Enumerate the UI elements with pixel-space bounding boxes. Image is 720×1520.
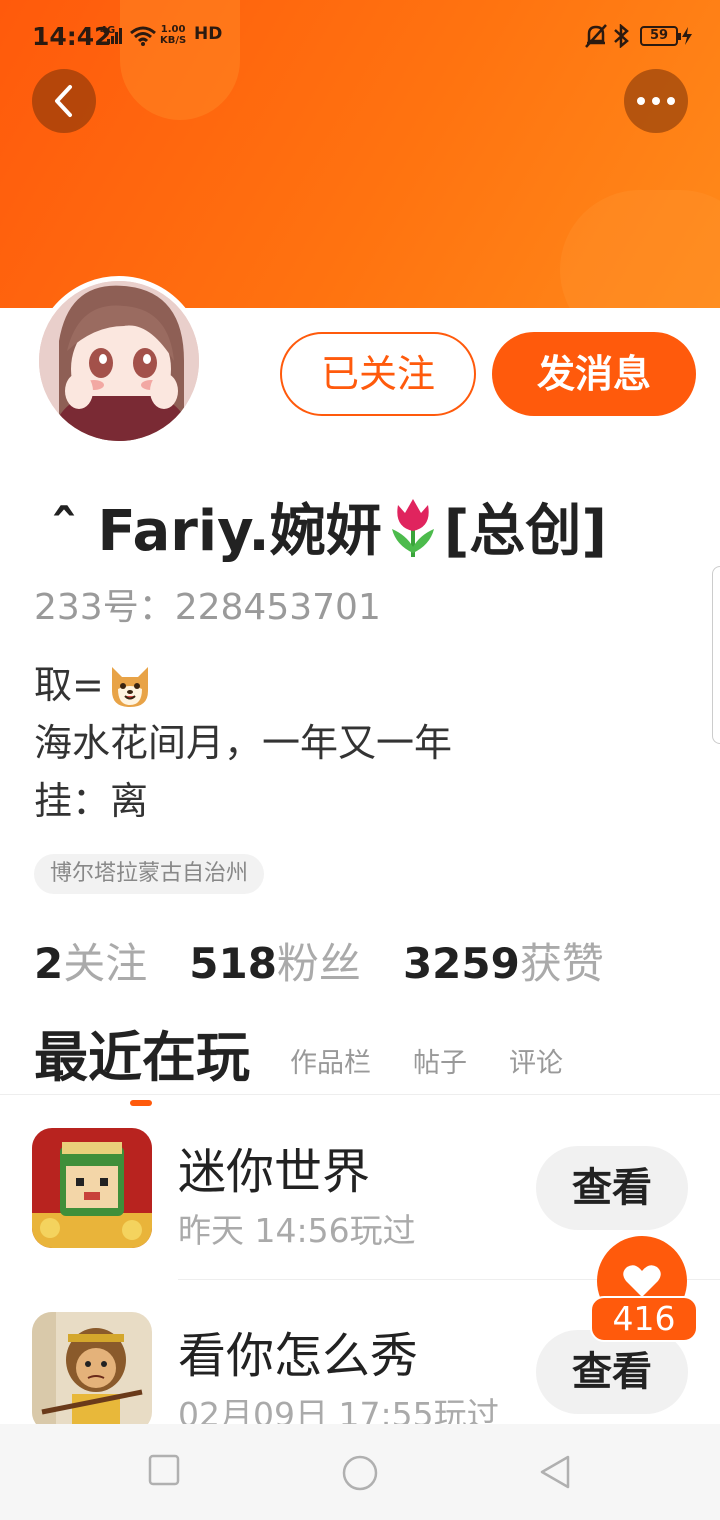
followed-button[interactable]: 已关注	[280, 332, 476, 416]
hd-icon: HD	[194, 24, 223, 44]
stat-following[interactable]: 2关注	[34, 930, 147, 991]
back-nav-icon[interactable]	[538, 1454, 572, 1490]
stat-likes[interactable]: 3259获赞	[403, 930, 604, 991]
bio-line: 挂：离	[34, 779, 149, 823]
like-count-badge: 416	[590, 1296, 698, 1342]
banner-decoration	[560, 190, 720, 308]
game-name: 迷你世界	[178, 1144, 371, 1200]
more-button[interactable]	[624, 69, 688, 133]
avatar[interactable]	[34, 276, 204, 446]
tab-comments[interactable]: 评论	[509, 1041, 563, 1080]
stat-followers[interactable]: 518粉丝	[189, 930, 361, 991]
tulip-emoji	[391, 498, 434, 557]
profile-nickname: ˆ Fariy.婉妍 [总创]	[50, 486, 607, 567]
battery-indicator: 59	[640, 26, 681, 46]
send-message-button[interactable]: 发消息	[492, 332, 696, 416]
mute-bell-icon	[585, 24, 607, 48]
recent-apps-icon[interactable]	[148, 1454, 180, 1486]
shiba-dog-emoji	[111, 667, 148, 707]
active-tab-indicator	[130, 1100, 152, 1106]
location-tag[interactable]: 博尔塔拉蒙古自治州	[34, 854, 265, 894]
signal-icon	[107, 28, 122, 44]
game-list-item[interactable]: 迷你世界 昨天 14:56玩过 查看	[0, 1108, 720, 1268]
home-icon[interactable]	[341, 1454, 379, 1492]
view-button[interactable]: 查看	[536, 1330, 688, 1414]
game-name: 看你怎么秀	[178, 1328, 419, 1384]
divider	[0, 1094, 720, 1095]
game-last-played: 昨天 14:56玩过	[178, 1211, 416, 1250]
game-icon-show-time	[32, 1312, 152, 1432]
game-icon-mini-world	[32, 1128, 152, 1248]
back-button[interactable]	[32, 69, 96, 133]
charging-icon	[682, 27, 692, 45]
more-dots-icon	[637, 97, 675, 105]
avatar-image	[39, 281, 199, 441]
side-drawer-handle[interactable]	[712, 566, 720, 744]
bio-line: 取=	[34, 656, 452, 714]
status-bar: 14:42 4G 1.00 KB/S HD 59	[0, 0, 720, 74]
profile-tabs: 最近在玩 作品栏 帖子 评论	[34, 1020, 684, 1106]
tab-recently-played[interactable]: 最近在玩	[34, 1013, 250, 1106]
view-button[interactable]: 查看	[536, 1146, 688, 1230]
profile-stats: 2关注 518粉丝 3259获赞	[34, 930, 604, 991]
bio-line: 海水花间月，一年又一年	[34, 721, 453, 765]
profile-bio: 取= 海水花间月，一年又一年 挂：离	[34, 656, 452, 830]
system-navigation-bar	[0, 1424, 720, 1520]
wifi-icon	[130, 26, 156, 46]
back-arrow-icon	[55, 85, 72, 117]
heart-icon	[623, 1265, 661, 1297]
bluetooth-icon	[614, 24, 629, 48]
tab-posts[interactable]: 帖子	[413, 1041, 467, 1080]
user-id: 233号：228453701	[34, 587, 381, 628]
tab-works[interactable]: 作品栏	[290, 1041, 371, 1080]
network-speed: 1.00 KB/S	[160, 24, 187, 46]
